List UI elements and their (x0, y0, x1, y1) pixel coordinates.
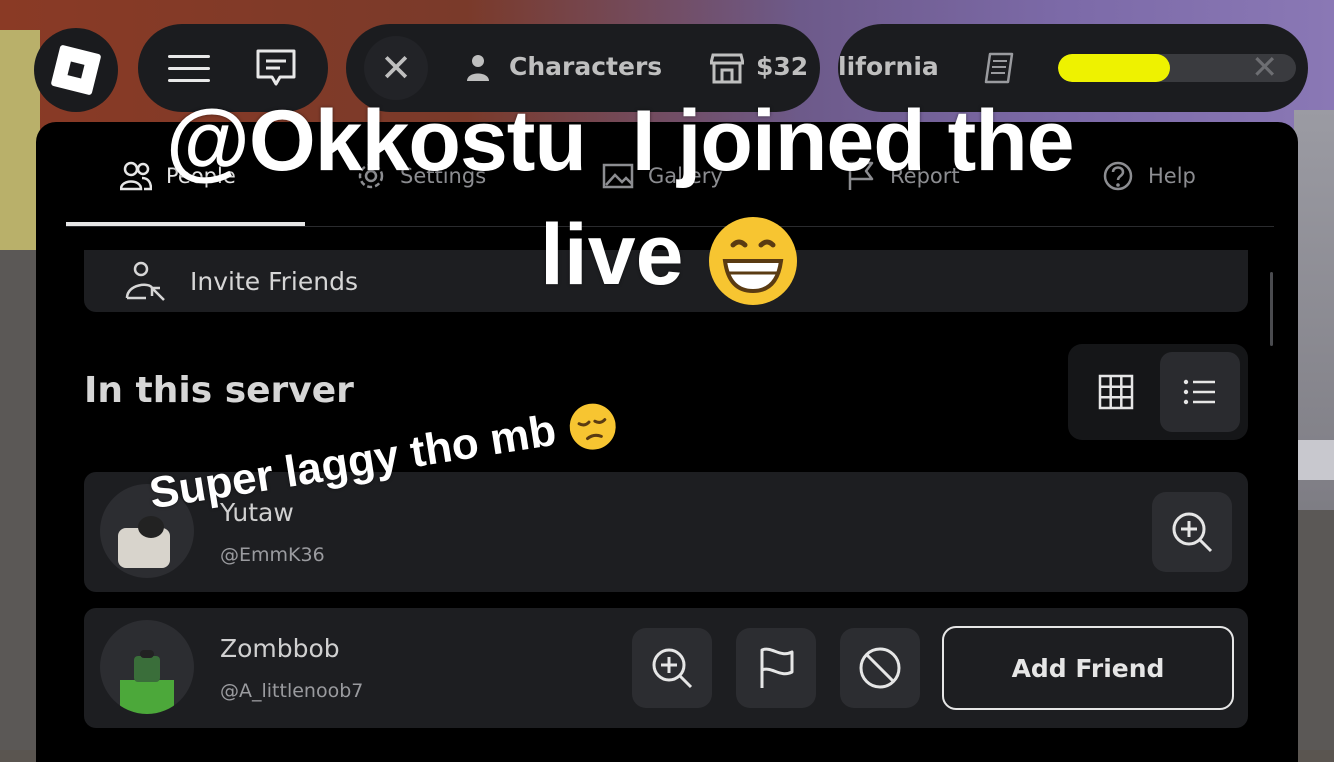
hamburger-menu-icon[interactable] (168, 55, 210, 83)
close-menu-button[interactable]: ✕ (364, 36, 428, 100)
notes-icon[interactable] (984, 50, 1018, 86)
grid-icon (1098, 374, 1134, 410)
active-tab-indicator (66, 222, 305, 226)
overlay-caption-text: @Okkostu I joined the (166, 93, 1075, 189)
report-player-button[interactable] (736, 628, 816, 708)
zoom-in-icon (652, 648, 693, 689)
flag-icon (760, 647, 794, 688)
list-icon (1183, 379, 1215, 405)
tab-help[interactable]: Help (1102, 152, 1196, 200)
section-title: In this server (84, 370, 354, 411)
grinning-emoji-icon (709, 217, 798, 306)
roblox-logo-icon (50, 44, 102, 96)
close-icon[interactable]: ✕ (1251, 54, 1278, 82)
scrollbar[interactable] (1270, 272, 1273, 346)
overlay-caption-text: live (540, 207, 684, 303)
background-curb (1294, 440, 1334, 480)
chat-icon[interactable] (255, 48, 297, 88)
player-name: Zombbob (220, 634, 340, 663)
block-player-button[interactable] (840, 628, 920, 708)
person-icon (467, 55, 489, 81)
player-handle: @EmmK36 (220, 544, 325, 566)
zoom-in-icon (1172, 512, 1213, 553)
overlay-caption-line-1: @Okkostu I joined the (166, 92, 1075, 191)
people-icon (120, 161, 152, 191)
player-row[interactable]: Zombbob @A_littlenoob7 Add Friend (84, 608, 1248, 728)
list-view-button[interactable] (1160, 352, 1240, 432)
overlay-caption-line-2: live (540, 206, 799, 307)
progress-bar-fill (1058, 54, 1170, 82)
player-handle: @A_littlenoob7 (220, 680, 364, 702)
shop-icon (710, 53, 744, 84)
inspect-button[interactable] (1152, 492, 1232, 572)
invite-person-icon (125, 261, 165, 301)
avatar (100, 620, 194, 714)
add-friend-button[interactable]: Add Friend (942, 626, 1234, 710)
roblox-menu-button[interactable] (34, 28, 118, 112)
grid-view-button[interactable] (1076, 352, 1156, 432)
inspect-button[interactable] (632, 628, 712, 708)
block-icon (859, 647, 901, 689)
progress-bar: ✕ (1058, 54, 1296, 82)
view-toggle (1068, 344, 1248, 440)
close-icon: ✕ (380, 46, 412, 90)
help-icon (1103, 161, 1133, 191)
invite-friends-label: Invite Friends (190, 266, 358, 296)
tab-label: Help (1148, 164, 1196, 188)
pensive-emoji-icon (569, 403, 616, 450)
